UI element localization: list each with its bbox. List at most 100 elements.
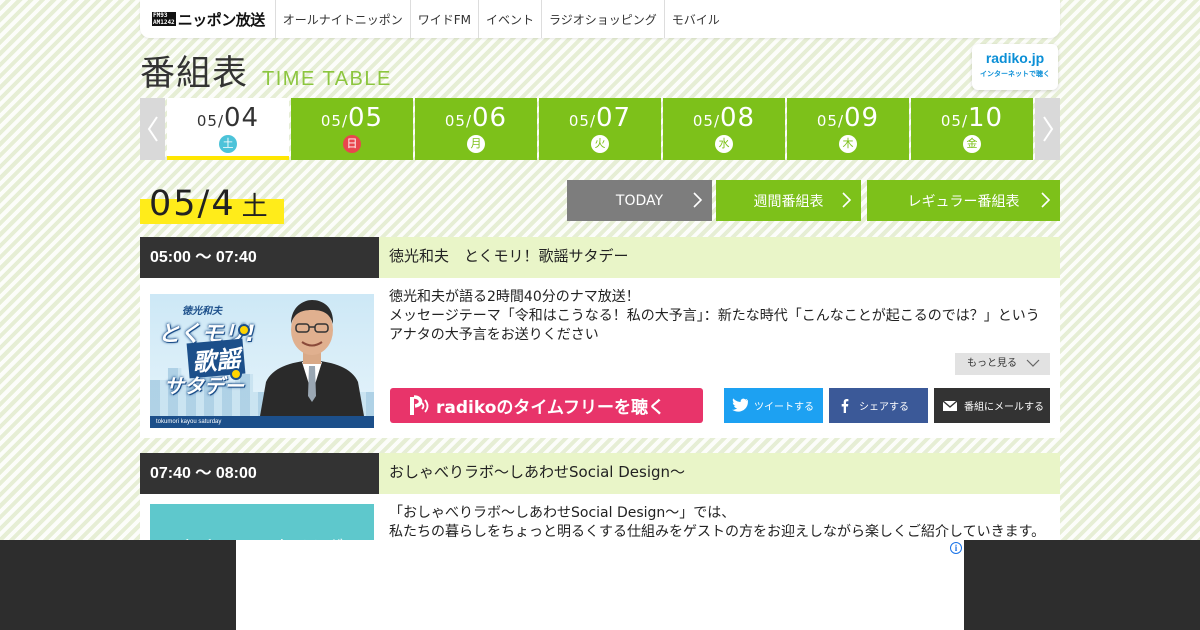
description-line: 徳光和夫が語る2時間40分のナマ放送！ [389,289,640,305]
logo-fm-text: FM93 [152,12,176,19]
thumbnail-dot [238,324,250,336]
thumbnail-dot [230,368,242,380]
date-tab-0505[interactable]: 05/05 日 [291,98,413,160]
weekday-badge: 月 [467,135,485,153]
next-week-button[interactable] [1035,98,1060,160]
tweet-button[interactable]: ツイートする [724,388,823,423]
nippon-housou-logo[interactable]: FM93 AM1242 ニッポン放送 [140,0,276,38]
weekday-badge: 土 [219,135,237,153]
today-button[interactable]: TODAY [567,180,712,221]
weekday-badge: 金 [963,135,981,153]
radiko-timefree-button[interactable]: radikoのタイムフリーを聴く [390,388,703,423]
program-thumbnail[interactable]: 徳光和夫 とくモリ! 歌謡 サタデー tokumori kayou saturd… [150,294,374,428]
date-tab-month: 05/ [816,112,845,130]
radiko-logo-text: radiko.jp [985,50,1045,66]
program-time: 05:00 ～ 07:40 [140,237,379,278]
page-title-jp: 番組表 [140,54,249,94]
weekday-badge: 水 [715,135,733,153]
date-tab-0510[interactable]: 05/10 金 [911,98,1033,160]
description-line: メッセージテーマ「令和はこうなる！私の大予言」：新たな時代「こんなことが起こるの… [389,308,1040,343]
top-nav: FM93 AM1242 ニッポン放送 オールナイトニッポン ワイドFM イベント… [140,0,1060,38]
chevron-left-icon [147,116,158,142]
date-tab-0504[interactable]: 05/04 土 [167,98,289,160]
date-tab-0506[interactable]: 05/06 月 [415,98,537,160]
date-tab-month: 05/ [196,112,225,130]
date-tab-month: 05/ [444,112,473,130]
date-tab-month: 05/ [692,112,721,130]
program-block: 07:40 ～ 08:00 おしゃべりラボ～しあわせSocial Design～… [140,453,1060,630]
page-title: 番組表 TIME TABLE [140,52,1060,96]
chevron-right-icon [1041,192,1051,208]
program-header: 05:00 ～ 07:40 徳光和夫 とくモリ！歌謡サタデー [140,237,1060,278]
date-tab-month: 05/ [320,112,349,130]
date-tab-day: 05 [348,103,384,133]
weekday-badge: 火 [591,135,609,153]
nav-mobile[interactable]: モバイル [665,0,727,38]
chevron-right-icon [693,192,703,208]
regular-schedule-label: レギュラー番組表 [907,193,1020,210]
weekly-schedule-label: 週間番組表 [753,193,824,210]
description-line: 「おしゃべりラボ～しあわせSocial Design～」では、 [389,505,736,521]
logo-am-text: AM1242 [152,19,176,26]
date-tab-month: 05/ [940,112,969,130]
radiko-icon [410,395,429,415]
date-tab-day: 07 [596,103,632,133]
page-title-en: TIME TABLE [262,68,392,90]
facebook-icon [841,399,849,413]
host-photo [260,300,364,416]
more-button-label: もっと見る [967,358,1017,369]
date-tab-day: 04 [224,103,260,133]
weekday-badge: 日 [343,135,361,153]
mail-icon [942,400,958,411]
radiko-logo[interactable]: radiko.jp インターネットで聴く [972,44,1058,90]
program-block: 05:00 ～ 07:40 徳光和夫 とくモリ！歌謡サタデー 徳光和夫 とくモリ… [140,237,1060,438]
date-tab-0508[interactable]: 05/08 水 [663,98,785,160]
current-date-heading: 05/4 土 [140,182,284,226]
radiko-timefree-label: radikoのタイムフリーを聴く [436,398,666,418]
date-tab-day: 09 [844,103,880,133]
date-tab-day: 06 [472,103,508,133]
ad-bar: i [0,540,1200,630]
facebook-share-label: シェアする [859,402,909,413]
date-tab-0509[interactable]: 05/09 木 [787,98,909,160]
ad-info-icon[interactable]: i [950,542,962,554]
twitter-icon [732,398,748,412]
nav-radio-shopping[interactable]: ラジオショッピング [542,0,665,38]
chevron-down-icon [1026,359,1040,367]
facebook-share-button[interactable]: シェアする [829,388,928,423]
logo-fm-am-badge: FM93 AM1242 [152,12,176,26]
current-date-weekday: 土 [241,192,270,222]
program-description: 「おしゃべりラボ～しあわせSocial Design～」では、 私たちの暮らしを… [389,504,1050,542]
weekly-schedule-button[interactable]: 週間番組表 [716,180,861,221]
date-nav: 05/04 土 05/05 日 05/06 月 05/07 火 05/08 水 … [140,98,1060,160]
ad-slot[interactable]: i [236,540,964,630]
chevron-right-icon [842,192,852,208]
prev-week-button[interactable] [140,98,165,160]
thumbnail-host-name: 徳光和夫 [182,306,222,317]
nav-event[interactable]: イベント [479,0,542,38]
tweet-label: ツイートする [754,402,814,413]
program-header: 07:40 ～ 08:00 おしゃべりラボ～しあわせSocial Design～ [140,453,1060,494]
logo-name: ニッポン放送 [177,10,266,29]
program-body: 徳光和夫 とくモリ! 歌謡 サタデー tokumori kayou saturd… [140,278,1060,438]
nav-wide-fm[interactable]: ワイドFM [411,0,479,38]
mail-program-label: 番組にメールする [964,402,1044,413]
radiko-logo-subtext: インターネットで聴く [980,70,1050,78]
date-tab-month: 05/ [568,112,597,130]
date-tab-day: 10 [968,103,1004,133]
program-time: 07:40 ～ 08:00 [140,453,379,494]
date-tab-0507[interactable]: 05/07 火 [539,98,661,160]
nav-allnightnippon[interactable]: オールナイトニッポン [276,0,411,38]
date-tab-day: 08 [720,103,756,133]
program-description: 徳光和夫が語る2時間40分のナマ放送！ メッセージテーマ「令和はこうなる！私の大… [389,288,1050,345]
mail-program-button[interactable]: 番組にメールする [934,388,1050,423]
current-date-text: 05/4 [149,184,236,224]
more-button[interactable]: もっと見る [955,353,1050,375]
regular-schedule-button[interactable]: レギュラー番組表 [867,180,1060,221]
today-button-label: TODAY [615,192,664,209]
chevron-right-icon [1042,116,1053,142]
thumbnail-caption: tokumori kayou saturday [150,416,374,428]
program-title[interactable]: おしゃべりラボ～しあわせSocial Design～ [379,453,1060,494]
weekday-badge: 木 [839,135,857,153]
program-title[interactable]: 徳光和夫 とくモリ！歌謡サタデー [379,237,1060,278]
